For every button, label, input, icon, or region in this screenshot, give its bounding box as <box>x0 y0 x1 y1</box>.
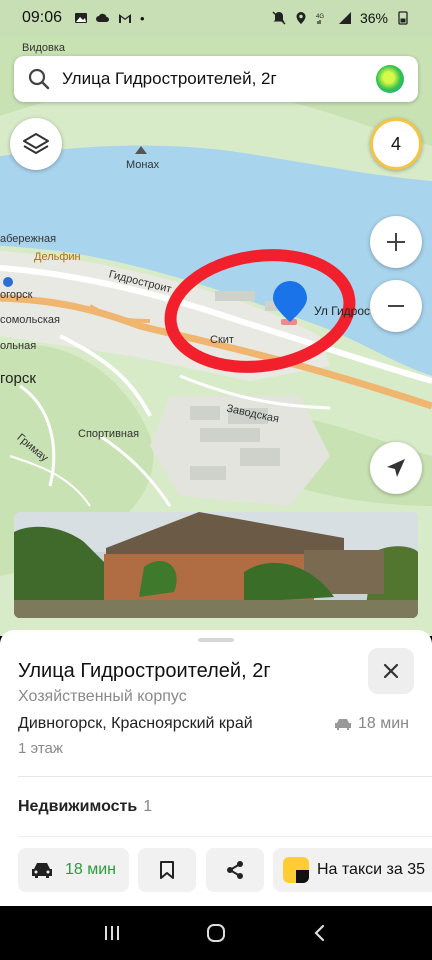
notification-icons: • <box>74 11 145 26</box>
close-icon <box>383 663 399 679</box>
layers-badge-count: 4 <box>390 133 401 154</box>
battery-icon <box>398 11 408 25</box>
sheet-drag-handle[interactable] <box>198 638 234 642</box>
map-label-delfin: Дельфин <box>34 251 81 263</box>
search-query: Улица Гидростроителей, 2г <box>62 69 277 88</box>
dot-icon: • <box>140 10 145 26</box>
back-icon[interactable] <box>310 923 330 943</box>
map-label-volnaya: ольная <box>0 340 37 352</box>
minus-icon <box>388 305 404 307</box>
map-label-sportivnaya: Спортивная <box>78 428 140 440</box>
place-photo[interactable] <box>14 512 418 618</box>
building-photo-image <box>14 512 418 618</box>
map-label-nogorsk: огорск <box>0 289 33 301</box>
gmail-icon <box>119 14 132 23</box>
bookmark-icon <box>160 861 174 879</box>
zoom-in-button[interactable] <box>370 216 422 268</box>
system-icons: 4G 36% <box>272 10 410 26</box>
location-icon <box>296 12 306 24</box>
divider <box>18 776 432 777</box>
my-location-button[interactable] <box>370 442 422 494</box>
map-label-monakh: Монах <box>126 159 160 171</box>
home-icon[interactable] <box>205 922 227 944</box>
alice-assistant-icon[interactable] <box>376 65 404 93</box>
share-icon <box>227 861 243 879</box>
battery-percent: 36% <box>359 10 388 26</box>
system-nav-bar <box>0 906 432 960</box>
map-label-naberezhnaya: абережная <box>0 233 57 245</box>
action-bar: 18 мин На такси за 35 <box>18 848 432 892</box>
taxi-price-text: На такси за 35 <box>317 861 425 878</box>
route-time: 18 мин <box>64 861 116 878</box>
car-icon <box>31 863 52 878</box>
cell-signal-icon <box>338 12 351 24</box>
mute-icon <box>272 11 286 25</box>
search-icon <box>28 68 50 90</box>
realty-count: 1 <box>143 798 153 815</box>
taxi-button[interactable]: На такси за 35 <box>273 848 432 892</box>
realty-label: Недвижимость <box>18 798 138 815</box>
recent-apps-icon[interactable] <box>102 923 122 943</box>
search-bar[interactable]: Улица Гидростроителей, 2г <box>14 56 418 102</box>
signal-4g-icon: 4G <box>316 14 324 24</box>
close-button[interactable] <box>368 648 414 694</box>
drive-time-info: 18 мин <box>334 715 409 733</box>
layers-badge-button[interactable]: 4 <box>370 118 422 170</box>
map-label-vidovka: Видовка <box>22 42 66 54</box>
divider <box>18 836 432 837</box>
floor-info: 1 этаж <box>18 740 63 757</box>
status-bar: 09:06 • 4G 36% <box>0 0 432 36</box>
cloud-icon <box>96 13 110 22</box>
map-label-gorsk: горск <box>0 370 36 387</box>
bookmark-button[interactable] <box>138 848 196 892</box>
status-time: 09:06 <box>22 9 63 26</box>
share-button[interactable] <box>206 848 264 892</box>
layers-icon <box>23 133 49 154</box>
zoom-out-button[interactable] <box>370 280 422 332</box>
car-icon <box>335 719 351 730</box>
plus-icon <box>387 233 405 251</box>
place-category: Хозяйственный корпус <box>18 688 187 705</box>
place-address: Дивногорск, Красноярский край <box>18 715 253 732</box>
navigation-arrow-icon <box>387 459 405 477</box>
svg-text:4G: 4G <box>316 14 324 20</box>
yandex-taxi-icon <box>283 857 309 883</box>
route-button[interactable]: 18 мин <box>18 848 129 892</box>
place-title: Улица Гидростроителей, 2г <box>18 660 271 682</box>
layers-button[interactable] <box>10 118 62 170</box>
map-label-skit: Скит <box>210 334 234 346</box>
drive-time-text: 18 мин <box>358 715 410 732</box>
gallery-icon <box>75 13 88 23</box>
map-label-komsomolskaya: сомольская <box>0 314 60 326</box>
place-card-sheet: Улица Гидростроителей, 2г Хозяйственный … <box>0 630 432 906</box>
realty-section[interactable]: Недвижимость 1 <box>18 798 152 816</box>
